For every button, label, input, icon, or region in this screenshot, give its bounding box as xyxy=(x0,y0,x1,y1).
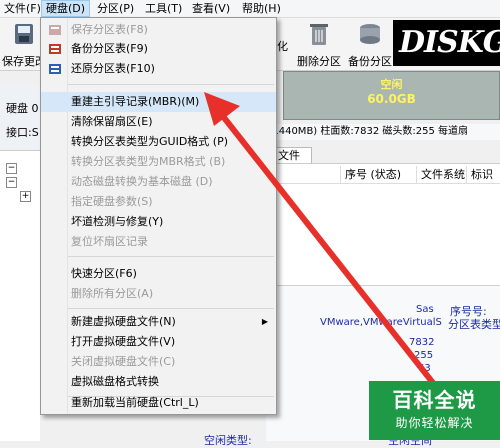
menu-item-save-partition-table[interactable]: 保存分区表(F8) xyxy=(41,20,276,40)
delete-partition-label: 删除分区 xyxy=(297,55,341,68)
menu-item-quick-partition[interactable]: 快速分区(F6) xyxy=(41,264,276,284)
submenu-arrow-icon: ▶ xyxy=(261,317,268,326)
column-header[interactable]: 序号 (状态) xyxy=(340,166,401,183)
menu-item-specify-disk-params[interactable]: 指定硬盘参数(S) xyxy=(41,192,276,212)
partition-type-label: 分区表类型 xyxy=(448,318,500,331)
diskgenius-logo: DISKGe xyxy=(393,20,500,66)
menu-view[interactable]: 查看(V) xyxy=(188,1,234,16)
partition-table-header: 序号 (状态) 文件系统 标识 xyxy=(266,166,500,184)
watermark-logo: 百科全说 助你轻松解决 xyxy=(369,381,500,440)
trash-icon xyxy=(310,24,328,45)
tree-expand-toggle[interactable]: − xyxy=(6,163,17,174)
menu-item-reset-bad-sector-log[interactable]: 复位坏扇区记录 xyxy=(41,232,276,252)
backup-disk-icon xyxy=(360,24,380,44)
menu-item-bad-sector-repair[interactable]: 坏道检测与修复(Y) xyxy=(41,212,276,232)
tree-expand-toggle[interactable]: − xyxy=(6,177,17,188)
disk-label: 硬盘 0 xyxy=(6,102,39,115)
menu-item-convert-to-mbr[interactable]: 转换分区表类型为MBR格式 (B) xyxy=(41,152,276,172)
menu-item-rebuild-mbr[interactable]: 重建主引导记录(MBR)(M) xyxy=(41,92,276,112)
menu-item-convert-virtual-disk-format[interactable]: 虚拟磁盘格式转换 xyxy=(41,372,276,392)
disk-tree-panel: − − + xyxy=(0,150,40,441)
save-table-icon xyxy=(49,25,61,35)
menu-item-close-virtual-disk[interactable]: 关闭虚拟硬盘文件(C) xyxy=(41,352,276,372)
menu-item-convert-to-guid[interactable]: 转换分区表类型为GUID格式 (P) xyxy=(41,132,276,152)
column-header[interactable]: 标识 xyxy=(466,166,493,183)
menu-item-new-virtual-disk[interactable]: 新建虚拟硬盘文件(N) ▶ xyxy=(41,312,276,332)
backup-partition-label: 备份分区 xyxy=(348,55,392,68)
restore-table-icon xyxy=(49,64,61,74)
free-type-label: 空闲类型: xyxy=(204,434,252,447)
column-header[interactable]: 文件系统 xyxy=(416,166,465,183)
menu-separator xyxy=(68,256,274,257)
disk-info-panel: 硬盘 0 接口:S xyxy=(0,86,40,148)
menu-item-reload-disk[interactable]: 重新加载当前硬盘(Ctrl_L) xyxy=(41,393,276,413)
free-space-label: 空闲 xyxy=(380,78,403,91)
backup-partition-button[interactable]: 备份分区 xyxy=(348,20,392,69)
free-space-bar[interactable]: 空闲 60.0GB xyxy=(283,71,500,120)
cylinders-value: 7832 xyxy=(409,337,435,348)
tree-expand-toggle[interactable]: + xyxy=(20,191,31,202)
logo-text: DISKGe xyxy=(399,25,500,60)
menu-item-delete-all-partitions[interactable]: 删除所有分区(A) xyxy=(41,284,276,304)
menu-item-backup-partition-table[interactable]: 备份分区表(F9) xyxy=(41,39,276,59)
disk-dropdown-menu: 保存分区表(F8) 备份分区表(F9) 还原分区表(F10) 重建主引导记录(M… xyxy=(40,17,277,415)
toolbar-hua-label: 化 xyxy=(277,40,288,53)
free-space-size: 60.0GB xyxy=(367,92,416,106)
menu-item-open-virtual-disk[interactable]: 打开虚拟硬盘文件(V) xyxy=(41,332,276,352)
watermark-title: 百科全说 xyxy=(392,388,477,412)
model-value: VMware,VMwareVirtualS xyxy=(320,317,442,328)
menu-tools[interactable]: 工具(T) xyxy=(141,1,186,16)
heads-value: 255 xyxy=(414,350,434,361)
menu-separator xyxy=(68,84,274,85)
port-label: 接口:S xyxy=(6,126,39,139)
disk-geometry-info: 61440MB) 柱面数:7832 磁头数:255 每道扇 xyxy=(266,124,500,140)
interface-value: Sas xyxy=(416,304,434,315)
watermark-subtitle: 助你轻松解决 xyxy=(395,416,474,430)
menu-help[interactable]: 帮助(H) xyxy=(238,1,285,16)
delete-partition-button[interactable]: 删除分区 xyxy=(297,20,341,69)
menu-separator xyxy=(68,308,274,309)
menu-item-dynamic-to-basic[interactable]: 动态磁盘转换为基本磁盘 (D) xyxy=(41,172,276,192)
menu-partition[interactable]: 分区(P) xyxy=(93,1,138,16)
menu-file[interactable]: 文件(F) xyxy=(0,1,45,16)
menu-item-restore-partition-table[interactable]: 还原分区表(F10) xyxy=(41,59,276,79)
sectors-value: 63 xyxy=(418,363,431,374)
menu-bar: 文件(F) 硬盘(D) 分区(P) 工具(T) 查看(V) 帮助(H) xyxy=(0,0,500,18)
menu-item-clear-reserved-sectors[interactable]: 清除保留扇区(E) xyxy=(41,112,276,132)
save-icon xyxy=(15,24,33,44)
menu-disk[interactable]: 硬盘(D) xyxy=(41,0,91,17)
backup-table-icon xyxy=(49,44,61,54)
